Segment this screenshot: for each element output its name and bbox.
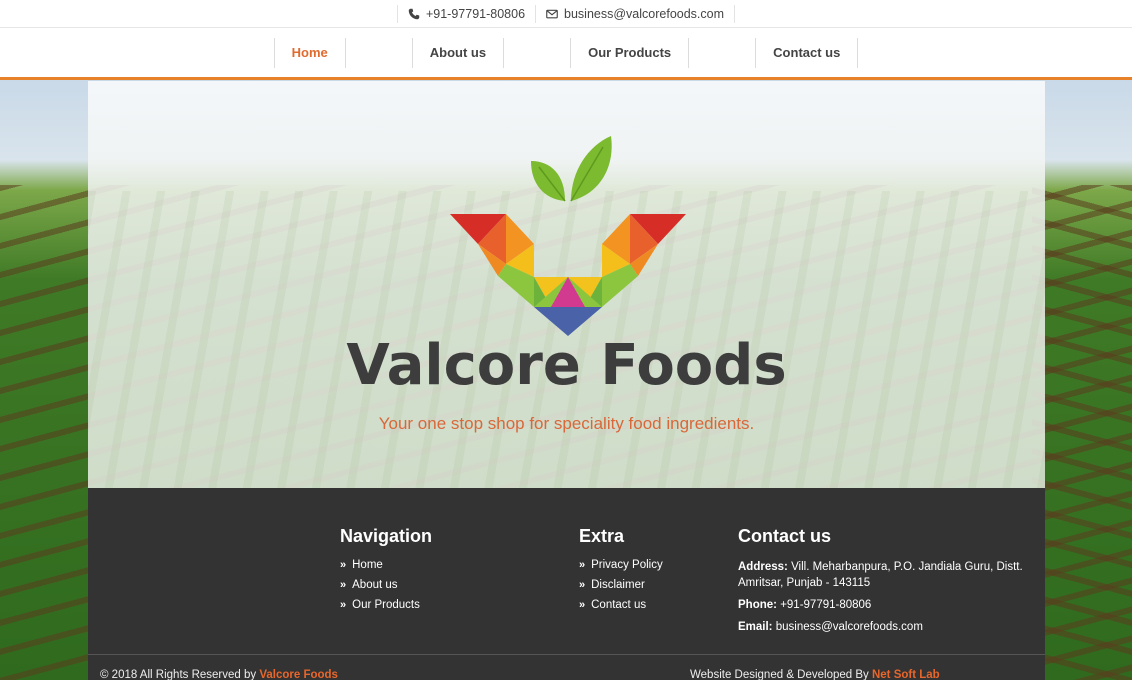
footer-phone: Phone: +91-97791-80806: [738, 599, 872, 611]
double-chevron-right-icon: »: [340, 599, 347, 611]
footer-link-privacy-policy[interactable]: » Privacy Policy: [579, 559, 663, 571]
hero-tagline: Your one stop shop for speciality food i…: [378, 414, 755, 433]
footer-link-our-products[interactable]: » Our Products: [340, 599, 432, 611]
phone-icon: [408, 8, 420, 19]
nav-home[interactable]: Home: [273, 37, 346, 68]
double-chevron-right-icon: »: [579, 559, 586, 571]
hero-panel: Valcore Foods Your one stop shop for spe…: [88, 81, 1045, 488]
footer-contact-title: Contact us: [738, 526, 832, 546]
nav-contact-us[interactable]: Contact us: [755, 37, 859, 68]
footer-navigation: Navigation » Home » About us » Our Products: [340, 526, 432, 619]
footer-email: Email: business@valcorefoods.com: [738, 621, 923, 633]
developer-credit: Website Designed & Developed By Net Soft…: [690, 669, 940, 680]
copyright: © 2018 All Rights Reserved by Valcore Fo…: [100, 669, 338, 680]
footer-extra-title: Extra: [579, 526, 625, 546]
footer-link-disclaimer[interactable]: » Disclaimer: [579, 579, 663, 591]
main-navbar: Home About us Our Products Contact us: [0, 28, 1132, 80]
topbar-phone-text: +91-97791-80806: [425, 6, 526, 21]
footer-navigation-title: Navigation: [340, 526, 433, 546]
footer-address: Address: Vill. Meharbanpura, P.O. Jandia…: [738, 561, 1023, 589]
site-footer: Navigation » Home » About us » Our Products…: [88, 488, 1045, 680]
topbar-phone[interactable]: +91-97791-80806: [396, 4, 535, 23]
topbar-email-text: business@valcorefoods.com: [564, 6, 725, 21]
footer-link-about-us[interactable]: » About us: [340, 579, 432, 591]
nav-our-products[interactable]: Our Products: [570, 37, 690, 68]
footer-contact: Contact us Address: Vill. Meharbanpura, …: [738, 526, 1038, 641]
double-chevron-right-icon: »: [340, 559, 347, 571]
topbar-email[interactable]: business@valcorefoods.com: [535, 4, 736, 23]
footer-link-home[interactable]: » Home: [340, 559, 432, 571]
brand-name: Valcore Foods: [346, 333, 787, 398]
copyright-brand-link[interactable]: Valcore Foods: [259, 669, 338, 680]
envelope-icon: [546, 9, 558, 18]
footer-bottom-bar: © 2018 All Rights Reserved by Valcore Fo…: [88, 654, 1045, 680]
nav-list: Home About us Our Products Contact us: [273, 28, 859, 77]
footer-link-contact-us[interactable]: » Contact us: [579, 599, 663, 611]
double-chevron-right-icon: »: [340, 579, 347, 591]
valcore-logo-icon: [450, 136, 686, 336]
nav-about-us[interactable]: About us: [411, 37, 505, 68]
double-chevron-right-icon: »: [579, 599, 586, 611]
top-contact-bar: +91-97791-80806 business@valcorefoods.co…: [0, 0, 1132, 28]
developer-link[interactable]: Net Soft Lab: [872, 669, 940, 680]
double-chevron-right-icon: »: [579, 579, 586, 591]
crop-rows-right: [1032, 185, 1132, 680]
footer-extra: Extra » Privacy Policy » Disclaimer » Conta…: [579, 526, 663, 619]
